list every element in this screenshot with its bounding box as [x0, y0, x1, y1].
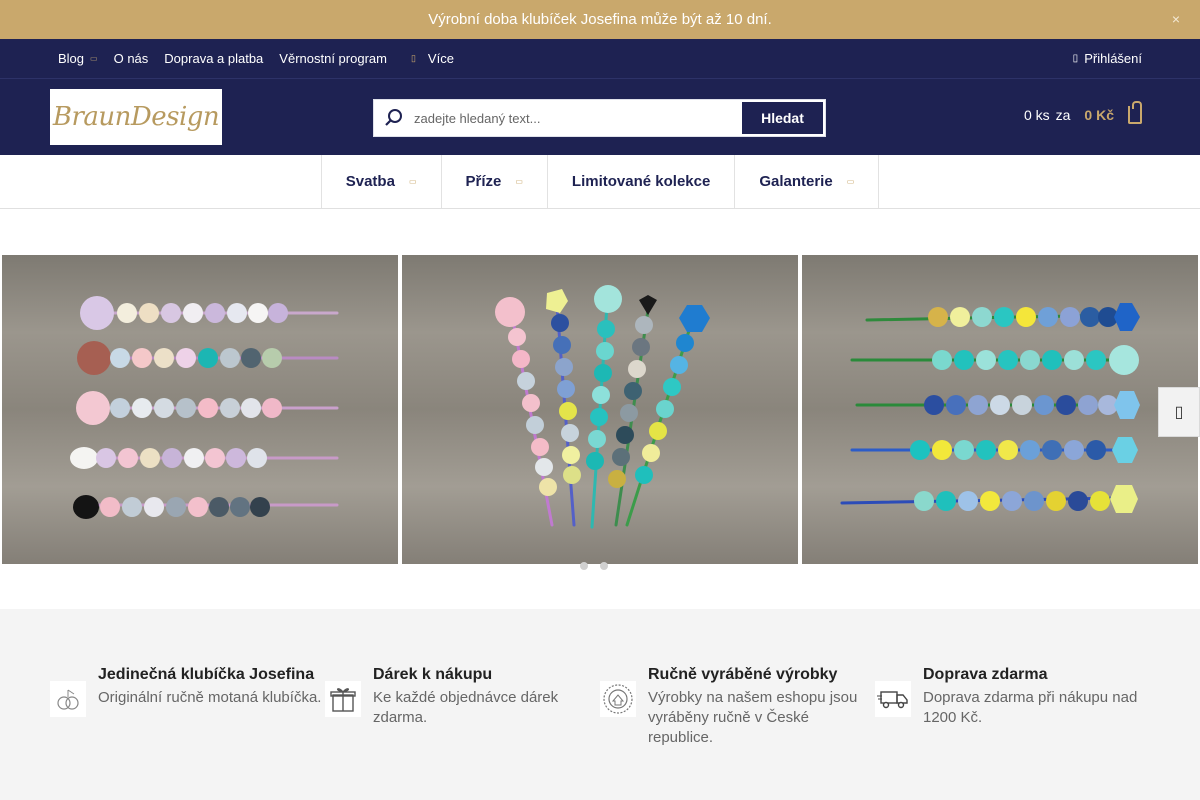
header: BraunDesign Hledat 0 ks za 0 Kč	[0, 79, 1200, 155]
feature-title: Jedinečná klubíčka Josefina	[98, 666, 315, 683]
menu-item-label: Příze	[465, 173, 502, 190]
menu-item-label: Galanterie	[759, 173, 833, 190]
shopping-bag-icon	[1128, 101, 1142, 124]
topnav-item-label: Blog	[58, 51, 85, 66]
logo-text: BraunDesign	[52, 102, 220, 132]
hero-banner[interactable]	[0, 253, 1200, 566]
topnav-item-blog[interactable]: Blog ▭	[58, 51, 98, 66]
chevron-down-icon: ▭	[846, 177, 855, 186]
topnav-item-shipping[interactable]: Doprava a platba	[164, 51, 263, 66]
banner-image-left	[0, 253, 400, 566]
gift-icon	[325, 681, 361, 717]
features-strip: Jedinečná klubíčka Josefina Originální r…	[0, 609, 1200, 800]
next-arrow-icon[interactable]: ▯	[1158, 387, 1200, 437]
search-button[interactable]: Hledat	[740, 100, 825, 136]
close-icon[interactable]: ×	[1172, 11, 1180, 27]
banner-image-center	[400, 253, 800, 566]
feature-item: Dárek k nákupu Ke každé objednávce dárek…	[325, 665, 600, 800]
feature-title: Doprava zdarma	[923, 666, 1048, 683]
announcement-text: Výrobní doba klubíček Josefina může být …	[428, 11, 772, 28]
logo[interactable]: BraunDesign	[50, 89, 222, 145]
handmade-stamp-icon	[600, 681, 636, 717]
topnav-item-label: Věrnostní program	[279, 51, 387, 66]
menu-item-label: Svatba	[345, 173, 395, 190]
menu-item-galanterie[interactable]: Galanterie ▭	[734, 155, 880, 208]
banner-image-right	[800, 253, 1200, 566]
cart[interactable]: 0 ks za 0 Kč	[1023, 101, 1142, 124]
chevron-down-icon: ▭	[408, 177, 417, 186]
feature-item: Ručně vyráběné výrobky Výrobky na našem …	[600, 665, 875, 800]
yarn-balls-icon	[50, 681, 86, 717]
feature-description: Originální ručně motaná klubíčka.	[98, 689, 322, 706]
slider-dot[interactable]	[600, 562, 608, 570]
feature-item: Jedinečná klubíčka Josefina Originální r…	[50, 665, 325, 800]
topnav-item-label: Doprava a platba	[164, 51, 264, 66]
top-navigation: Blog ▭ O nás Doprava a platba Věrnostní …	[0, 39, 1200, 79]
feature-item: Doprava zdarma Doprava zdarma při nákupu…	[875, 665, 1150, 800]
feature-title: Ručně vyráběné výrobky	[648, 666, 838, 683]
search-bar: Hledat	[373, 99, 826, 137]
cart-za: za	[1055, 107, 1071, 123]
topnav-item-label: O nás	[113, 51, 149, 66]
login-label: Přihlášení	[1084, 51, 1142, 66]
cart-price: 0 Kč	[1084, 107, 1114, 123]
topnav-more[interactable]: ▯ Více	[403, 51, 454, 66]
topnav-item-loyalty[interactable]: Věrnostní program	[279, 51, 387, 66]
topnav-more-label: Více	[427, 51, 454, 66]
search-icon	[374, 100, 414, 136]
chevron-down-icon: ▭	[515, 177, 523, 186]
search-input[interactable]	[414, 100, 740, 136]
cart-count: 0 ks	[1023, 107, 1050, 123]
more-icon: ▯	[410, 53, 416, 63]
login-link[interactable]: ▯ Přihlášení	[1073, 51, 1142, 66]
feature-description: Výrobky na našem eshopu jsou vyráběny ru…	[648, 689, 858, 746]
feature-description: Doprava zdarma při nákupu nad 1200 Kč.	[923, 689, 1138, 726]
delivery-truck-icon	[875, 681, 911, 717]
menu-item-label: Limitované kolekce	[571, 173, 711, 190]
topnav-item-about[interactable]: O nás	[114, 51, 149, 66]
announcement-bar: Výrobní doba klubíček Josefina může být …	[0, 0, 1200, 39]
chevron-down-icon: ▭	[90, 54, 98, 63]
menu-item-svatba[interactable]: Svatba ▭	[320, 155, 441, 208]
menu-item-prize[interactable]: Příze ▭	[440, 155, 547, 208]
menu-item-limited[interactable]: Limitované kolekce	[546, 155, 734, 208]
main-menu: Svatba ▭ Příze ▭ Limitované kolekce Gala…	[0, 155, 1200, 209]
feature-description: Ke každé objednávce dárek zdarma.	[373, 689, 559, 726]
slider-pagination[interactable]	[580, 562, 608, 570]
slider-dot[interactable]	[580, 562, 588, 570]
user-icon: ▯	[1072, 53, 1079, 64]
feature-title: Dárek k nákupu	[373, 666, 493, 683]
